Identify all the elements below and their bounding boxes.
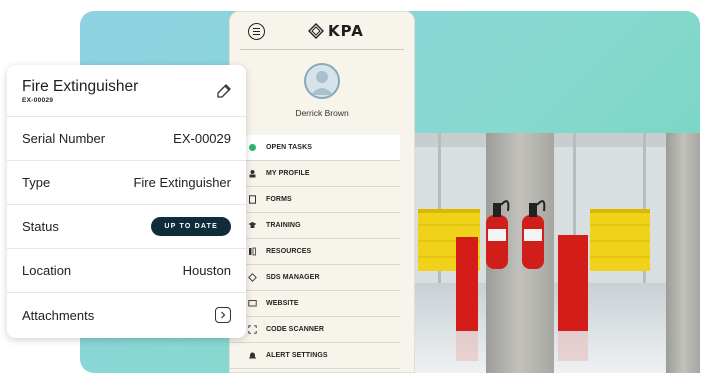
- user-avatar-icon: [311, 71, 333, 95]
- menu-item-sds-manager[interactable]: SDS MANAGER: [230, 265, 400, 291]
- menu-item-alert-settings[interactable]: ALERT SETTINGS: [230, 343, 400, 369]
- resources-icon: [247, 247, 257, 257]
- location-row: Location Houston: [7, 249, 246, 293]
- navigation-menu: KPA Derrick Brown OPEN TASKS MY PROFILE: [229, 11, 415, 373]
- kpa-logo: KPA: [308, 22, 364, 40]
- hamburger-menu-icon[interactable]: [248, 23, 265, 40]
- asset-title: Fire Extinguisher: [22, 78, 139, 95]
- menu-header: KPA: [240, 12, 404, 50]
- menu-item-label: TRAINING: [266, 222, 301, 229]
- warehouse-illustration: [398, 133, 700, 373]
- profile-icon: [247, 169, 257, 179]
- location-value: Houston: [182, 263, 231, 278]
- avatar[interactable]: [304, 63, 340, 99]
- bell-icon: [247, 351, 257, 361]
- sds-manager-icon: [247, 273, 257, 283]
- menu-item-my-profile[interactable]: MY PROFILE: [230, 161, 400, 187]
- menu-list: OPEN TASKS MY PROFILE FORMS TRAINING RES…: [230, 135, 400, 369]
- location-label: Location: [22, 263, 72, 278]
- card-header: Fire Extinguisher EX-00029: [7, 65, 246, 117]
- chevron-right-icon[interactable]: [215, 307, 231, 323]
- menu-item-label: OPEN TASKS: [266, 144, 312, 151]
- status-badge: UP TO DATE: [151, 217, 231, 236]
- training-icon: [247, 221, 257, 231]
- asset-detail-card: Fire Extinguisher EX-00029 Serial Number…: [7, 65, 246, 338]
- menu-item-label: ALERT SETTINGS: [266, 352, 328, 359]
- code-scanner-icon: [247, 325, 257, 335]
- menu-item-label: SDS MANAGER: [266, 274, 320, 281]
- status-label: Status: [22, 219, 59, 234]
- menu-item-code-scanner[interactable]: CODE SCANNER: [230, 317, 400, 343]
- serial-number-label: Serial Number: [22, 131, 106, 146]
- type-value: Fire Extinguisher: [133, 175, 231, 190]
- status-row: Status UP TO DATE: [7, 205, 246, 249]
- edit-icon[interactable]: [216, 83, 232, 99]
- website-icon: [247, 299, 257, 309]
- type-label: Type: [22, 175, 51, 190]
- menu-item-label: FORMS: [266, 196, 292, 203]
- menu-item-website[interactable]: WEBSITE: [230, 291, 400, 317]
- menu-item-label: CODE SCANNER: [266, 326, 324, 333]
- user-name: Derrick Brown: [295, 108, 349, 118]
- menu-item-resources[interactable]: RESOURCES: [230, 239, 400, 265]
- menu-item-training[interactable]: TRAINING: [230, 213, 400, 239]
- attachments-row[interactable]: Attachments: [7, 293, 246, 337]
- menu-item-open-tasks[interactable]: OPEN TASKS: [230, 135, 400, 161]
- serial-number-value: EX-00029: [173, 131, 231, 146]
- brand-name: KPA: [328, 22, 364, 40]
- menu-item-forms[interactable]: FORMS: [230, 187, 400, 213]
- menu-item-label: MY PROFILE: [266, 170, 310, 177]
- asset-id: EX-00029: [22, 97, 54, 104]
- serial-number-row: Serial Number EX-00029: [7, 117, 246, 161]
- forms-icon: [247, 195, 257, 205]
- menu-item-label: RESOURCES: [266, 248, 312, 255]
- type-row: Type Fire Extinguisher: [7, 161, 246, 205]
- attachments-label: Attachments: [22, 307, 95, 323]
- warehouse-photo: [398, 133, 700, 373]
- menu-item-label: WEBSITE: [266, 300, 299, 307]
- open-tasks-icon: [247, 143, 257, 153]
- user-profile: Derrick Brown: [230, 50, 414, 135]
- kpa-diamond-icon: [308, 23, 324, 39]
